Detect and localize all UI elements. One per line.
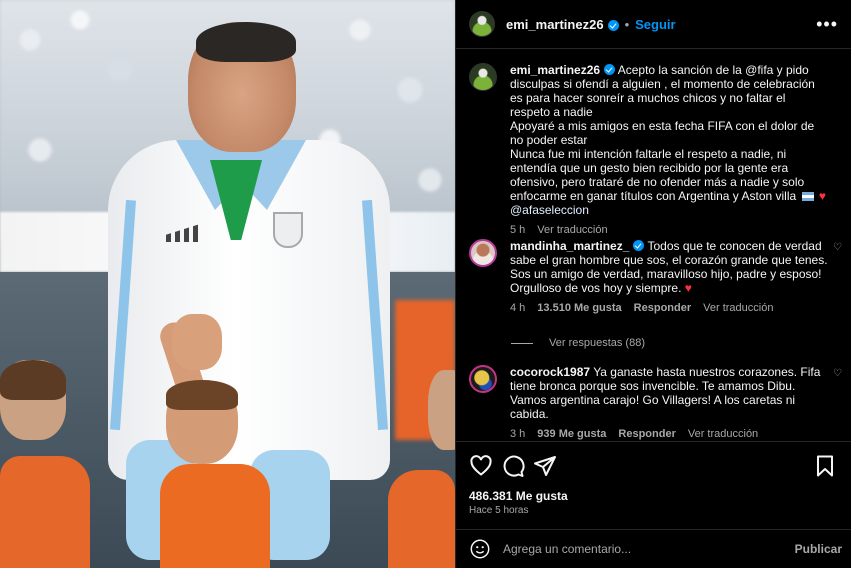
mention-link[interactable]: @afaseleccion: [510, 203, 589, 217]
paper-plane-icon[interactable]: [533, 454, 557, 478]
reply-button[interactable]: Responder: [618, 427, 675, 441]
heart-icon[interactable]: [469, 454, 493, 478]
verified-badge-icon: [604, 64, 616, 75]
verified-badge-icon: [607, 19, 619, 31]
comment-meta: 4 h 13.510 Me gusta Responder Ver traduc…: [510, 301, 828, 315]
child-left: [0, 360, 90, 568]
caption-translate-link[interactable]: Ver traducción: [537, 223, 607, 237]
post-likes-count[interactable]: 486.381 Me gusta: [469, 489, 568, 503]
team-crest: [273, 212, 303, 248]
add-comment-bar: Publicar: [456, 529, 851, 568]
child-right: [388, 370, 455, 568]
post-timestamp: Hace 5 horas: [469, 505, 529, 516]
comment-translate-link[interactable]: Ver traducción: [688, 427, 758, 441]
publish-button[interactable]: Publicar: [795, 542, 842, 556]
separator-dot: •: [624, 16, 630, 32]
heart-emoji-icon: ♥: [684, 281, 692, 295]
post-actions: 486.381 Me gusta Hace 5 horas: [456, 441, 851, 543]
comment-time: 4 h: [510, 302, 526, 314]
view-replies[interactable]: Ver respuestas (88): [511, 337, 645, 349]
comment-like-heart-icon[interactable]: ♡: [833, 368, 843, 379]
comments-list[interactable]: emi_martinez26 Acepto la sanción de la @…: [456, 49, 851, 441]
verified-badge-icon: [633, 240, 645, 251]
caption-text-3: Nunca fue mi intención faltarle el respe…: [510, 147, 805, 203]
caption-avatar[interactable]: [469, 63, 497, 91]
comment-body: cocorock1987 Ya ganaste hasta nuestros c…: [510, 365, 828, 441]
view-replies-label[interactable]: Ver respuestas (88): [549, 337, 645, 349]
player-hair: [196, 22, 296, 62]
author-avatar[interactable]: [469, 11, 495, 37]
action-icons: [469, 454, 839, 480]
post-side-panel: emi_martinez26 • Seguir ••• emi_martinez…: [455, 0, 851, 568]
commenter-avatar[interactable]: [469, 365, 497, 393]
child-waving-hand: [172, 314, 222, 370]
comment-likes[interactable]: 939 Me gusta: [537, 427, 606, 441]
child-center: [160, 380, 280, 568]
post-photo[interactable]: [0, 0, 455, 568]
author-username[interactable]: emi_martinez26: [506, 17, 604, 32]
caption-time: 5 h: [510, 224, 526, 236]
follow-button[interactable]: Seguir: [635, 17, 675, 32]
caption-text-2: Apoyaré a mis amigos en esta fecha FIFA …: [510, 119, 815, 147]
comment-body: mandinha_martinez_ Todos que te conocen …: [510, 239, 828, 315]
commenter-avatar[interactable]: [469, 239, 497, 267]
comment-meta: 3 h 939 Me gusta Responder Ver traducció…: [510, 427, 828, 441]
comment-input[interactable]: [503, 542, 783, 556]
comment-translate-link[interactable]: Ver traducción: [703, 301, 773, 315]
more-options-icon[interactable]: •••: [816, 14, 838, 35]
caption-meta: 5 h Ver traducción: [510, 223, 828, 237]
caption-body: emi_martinez26 Acepto la sanción de la @…: [510, 63, 828, 237]
replies-line: [511, 342, 533, 344]
comment-likes[interactable]: 13.510 Me gusta: [537, 301, 621, 315]
emoji-icon[interactable]: [469, 538, 491, 560]
caption: emi_martinez26 Acepto la sanción de la @…: [469, 63, 839, 237]
heart-emoji-icon: ♥: [818, 189, 826, 203]
commenter-username[interactable]: mandinha_martinez_: [510, 239, 629, 253]
comment-like-heart-icon[interactable]: ♡: [833, 242, 843, 253]
reply-button[interactable]: Responder: [634, 301, 691, 315]
caption-username[interactable]: emi_martinez26: [510, 63, 600, 77]
comment-item: cocorock1987 Ya ganaste hasta nuestros c…: [469, 365, 842, 441]
comment-time: 3 h: [510, 428, 526, 440]
commenter-username[interactable]: cocorock1987: [510, 365, 590, 379]
comment-item: mandinha_martinez_ Todos que te conocen …: [469, 239, 842, 315]
comment-bubble-icon[interactable]: [501, 454, 525, 478]
post-header: emi_martinez26 • Seguir •••: [456, 0, 851, 49]
bookmark-icon[interactable]: [813, 454, 837, 478]
argentina-flag-icon: [801, 192, 814, 202]
